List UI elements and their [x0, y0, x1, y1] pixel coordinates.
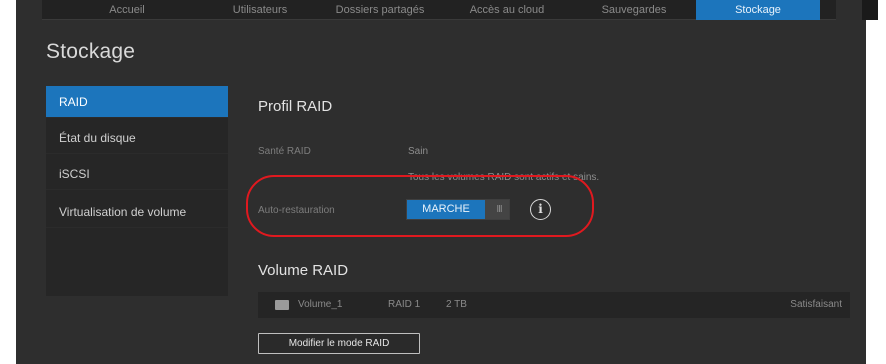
- volume-raid-title: Volume RAID: [258, 262, 349, 279]
- table-row[interactable]: Volume_1 RAID 1 2 TB Satisfaisant: [258, 292, 850, 318]
- raid-health-value: Sain: [408, 146, 429, 157]
- sidebar-item-raid[interactable]: RAID: [46, 86, 228, 118]
- volume-raid-level: RAID 1: [388, 299, 421, 310]
- tab-dossiers-partages[interactable]: Dossiers partagés: [320, 3, 440, 20]
- sidebar-item-virtualisation[interactable]: Virtualisation de volume: [46, 196, 228, 228]
- page-margin: [866, 0, 886, 364]
- nav-scroll-end: [862, 0, 878, 20]
- tab-sauvegardes[interactable]: Sauvegardes: [582, 3, 686, 20]
- annotation-highlight-ellipse: [246, 175, 594, 237]
- tab-stockage[interactable]: Stockage: [696, 0, 820, 20]
- sidebar-item-iscsi[interactable]: iSCSI: [46, 158, 228, 190]
- volume-name: Volume_1: [298, 299, 343, 310]
- volume-size: 2 TB: [446, 299, 467, 310]
- tab-accueil[interactable]: Accueil: [82, 3, 172, 20]
- volume-status: Satisfaisant: [790, 299, 842, 310]
- page-title: Stockage: [46, 40, 136, 63]
- sidebar-item-etat-disque[interactable]: État du disque: [46, 122, 228, 154]
- modify-raid-mode-button[interactable]: Modifier le mode RAID: [258, 333, 420, 354]
- top-navigation: Accueil Utilisateurs Dossiers partagés A…: [42, 0, 878, 20]
- raid-health-label: Santé RAID: [258, 146, 311, 157]
- disk-icon: [275, 300, 289, 310]
- raid-profile-title: Profil RAID: [258, 98, 333, 115]
- tab-utilisateurs[interactable]: Utilisateurs: [210, 3, 310, 20]
- tab-acces-au-cloud[interactable]: Accès au cloud: [452, 3, 562, 20]
- sidebar-menu: RAID État du disque iSCSI Virtualisation…: [46, 86, 228, 296]
